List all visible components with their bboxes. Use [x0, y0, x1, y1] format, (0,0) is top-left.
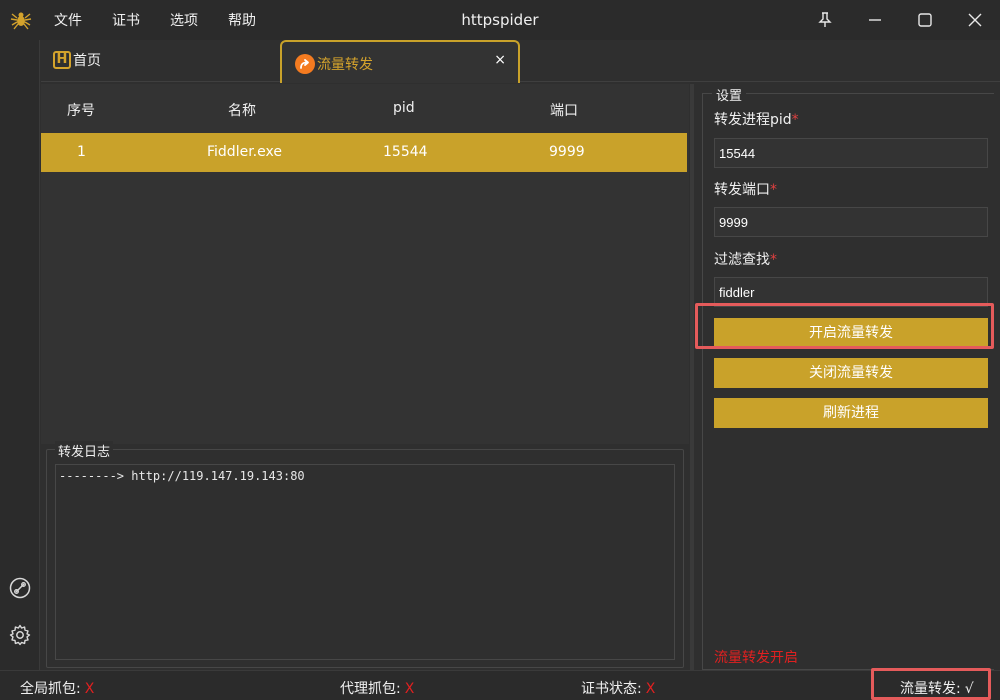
maximize-icon — [918, 13, 932, 27]
required-mark: * — [770, 252, 777, 268]
refresh-process-button[interactable]: 刷新进程 — [714, 398, 988, 428]
close-icon — [968, 13, 982, 27]
forward-log-output[interactable]: --------> http://119.147.19.143:80 — [55, 464, 675, 660]
start-button-highlight — [695, 303, 994, 349]
menu-options[interactable]: 选项 — [170, 10, 198, 30]
gear-icon[interactable] — [9, 624, 31, 646]
maximize-button[interactable] — [900, 0, 950, 40]
tab-home[interactable]: H 首页 — [53, 50, 101, 70]
cert-status: 证书状态: X — [581, 681, 656, 697]
cell-name: Fiddler.exe — [207, 144, 282, 160]
spider-icon — [10, 12, 32, 30]
home-icon: H — [53, 51, 71, 69]
forward-arrow-icon — [295, 54, 315, 74]
port-label: 转发端口* — [714, 182, 777, 198]
pid-label: 转发进程pid* — [714, 112, 799, 128]
pid-input[interactable] — [714, 138, 988, 168]
tab-traffic-forward-label: 流量转发 — [317, 57, 373, 73]
forward-status-highlight — [871, 668, 991, 700]
menu-certificate[interactable]: 证书 — [112, 10, 140, 30]
tab-home-label: 首页 — [73, 53, 101, 69]
tab-close-icon[interactable]: × — [494, 52, 506, 68]
left-rail — [0, 40, 40, 670]
forward-log-group: 转发日志 --------> http://119.147.19.143:80 — [46, 441, 684, 668]
forward-status-message: 流量转发开启 — [714, 650, 798, 666]
required-mark: * — [791, 112, 799, 128]
window-controls — [800, 0, 1000, 40]
stop-forward-button[interactable]: 关闭流量转发 — [714, 358, 988, 388]
column-header-name[interactable]: 名称 — [228, 100, 256, 120]
forward-log-title: 转发日志 — [55, 441, 114, 460]
pin-button[interactable] — [800, 0, 850, 40]
status-bar: 全局抓包: X 代理抓包: X 证书状态: X 流量转发: √ — [0, 670, 1000, 700]
port-input[interactable] — [714, 207, 988, 237]
required-mark: * — [770, 182, 777, 198]
menu-bar: 文件 证书 选项 帮助 — [54, 0, 256, 40]
log-line: --------> http://119.147.19.143:80 — [59, 469, 305, 483]
pane-splitter[interactable] — [690, 84, 694, 670]
cell-pid: 15544 — [383, 144, 428, 160]
proxy-capture-status: 代理抓包: X — [340, 681, 415, 697]
menu-help[interactable]: 帮助 — [228, 10, 256, 30]
table-header: 序号 名称 pid 端口 — [41, 84, 687, 132]
cell-index: 1 — [77, 144, 86, 160]
process-table: 序号 名称 pid 端口 1 Fiddler.exe 15544 9999 — [41, 84, 689, 444]
close-button[interactable] — [950, 0, 1000, 40]
title-bar: 文件 证书 选项 帮助 httpspider — [0, 0, 1000, 40]
cell-port: 9999 — [549, 144, 585, 160]
table-row[interactable]: 1 Fiddler.exe 15544 9999 — [41, 133, 687, 172]
filter-label: 过滤查找* — [714, 252, 777, 268]
minimize-button[interactable] — [850, 0, 900, 40]
column-header-pid[interactable]: pid — [393, 100, 415, 116]
column-header-index[interactable]: 序号 — [67, 100, 95, 120]
minimize-icon — [869, 19, 881, 21]
pin-icon — [818, 12, 832, 27]
column-header-port[interactable]: 端口 — [550, 100, 578, 120]
link-icon[interactable] — [9, 577, 31, 599]
settings-panel: 设置 转发进程pid* 转发端口* 过滤查找* 开启流量转发 关闭流量转发 刷新… — [702, 85, 994, 670]
tab-strip: H 首页 流量转发 × — [41, 40, 1000, 83]
tab-traffic-forward[interactable]: 流量转发 × — [280, 40, 520, 83]
settings-title: 设置 — [712, 85, 747, 104]
menu-file[interactable]: 文件 — [54, 10, 82, 30]
global-capture-status: 全局抓包: X — [20, 681, 95, 697]
